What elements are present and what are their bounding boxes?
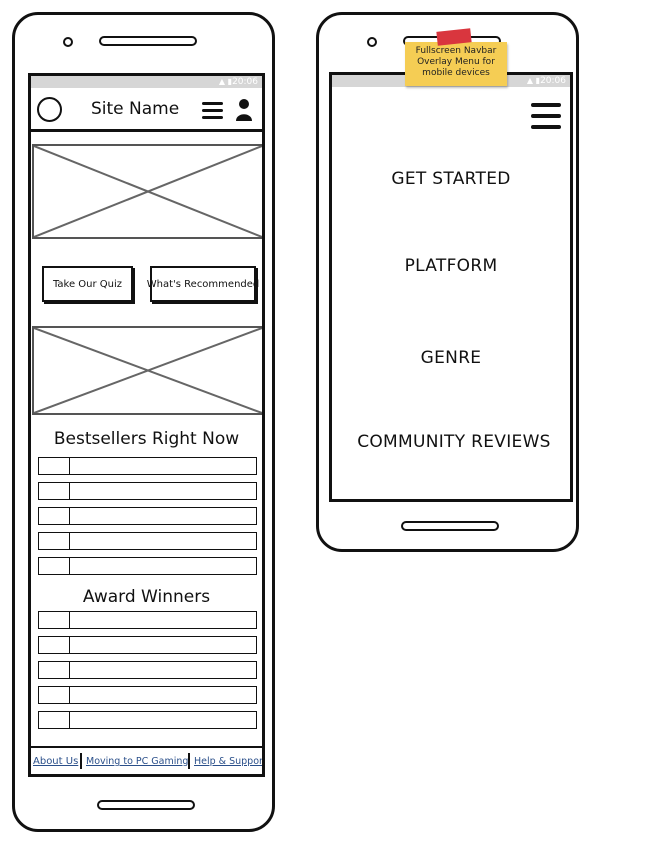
list-item[interactable] xyxy=(38,557,257,575)
sticky-note-text: Fullscreen Navbar Overlay Menu for mobil… xyxy=(415,46,497,78)
list-thumbnail xyxy=(39,458,70,474)
signal-battery-icon: ▲ ▮ xyxy=(218,77,232,86)
home-button[interactable] xyxy=(401,521,499,531)
left-phone-screen: ▲ ▮ 20:06 Site Name Take Our Quiz What's… xyxy=(28,73,265,777)
list-thumbnail xyxy=(39,533,70,549)
left-phone-frame: ▲ ▮ 20:06 Site Name Take Our Quiz What's… xyxy=(12,12,275,832)
home-button[interactable] xyxy=(97,800,195,810)
footer-link-moving[interactable]: Moving to PC Gaming xyxy=(86,756,188,767)
user-icon[interactable] xyxy=(235,98,253,122)
footer-link-about[interactable]: About Us xyxy=(33,756,78,767)
take-quiz-button[interactable]: Take Our Quiz xyxy=(42,266,133,302)
list-item[interactable] xyxy=(38,661,257,679)
footer: About Us Moving to PC Gaming Help & Supp… xyxy=(31,746,262,774)
footer-divider xyxy=(188,753,190,769)
menu-item-platform[interactable]: PLATFORM xyxy=(332,256,570,276)
list-thumbnail xyxy=(39,637,70,653)
sticky-note: Fullscreen Navbar Overlay Menu for mobil… xyxy=(405,42,507,86)
right-phone-screen: ▲ ▮ 20:06 GET STARTED PLATFORM GENRE COM… xyxy=(329,72,573,502)
list-thumbnail xyxy=(39,558,70,574)
circle-logo-icon[interactable] xyxy=(37,97,62,122)
menu-item-genre[interactable]: GENRE xyxy=(332,348,570,368)
signal-battery-icon: ▲ ▮ xyxy=(526,76,540,85)
speaker-grille xyxy=(99,36,197,46)
hamburger-menu-icon[interactable] xyxy=(531,103,561,130)
camera-icon xyxy=(63,37,73,47)
list-thumbnail xyxy=(39,508,70,524)
menu-item-get-started[interactable]: GET STARTED xyxy=(332,169,570,189)
list-item[interactable] xyxy=(38,532,257,550)
status-bar: ▲ ▮ 20:06 xyxy=(31,76,262,88)
footer-divider xyxy=(80,753,82,769)
hamburger-menu-icon[interactable] xyxy=(202,102,223,120)
status-time: 20:06 xyxy=(232,77,258,87)
list-item[interactable] xyxy=(38,611,257,629)
site-header: Site Name xyxy=(31,88,262,132)
list-thumbnail xyxy=(39,662,70,678)
status-time: 20:06 xyxy=(540,76,566,86)
bestsellers-heading: Bestsellers Right Now xyxy=(53,429,240,449)
hero-image-placeholder xyxy=(32,144,262,239)
list-item[interactable] xyxy=(38,636,257,654)
list-item[interactable] xyxy=(38,507,257,525)
list-thumbnail xyxy=(39,712,70,728)
feature-image-placeholder xyxy=(32,326,262,415)
site-name[interactable]: Site Name xyxy=(91,99,179,119)
list-thumbnail xyxy=(39,483,70,499)
menu-item-community-reviews[interactable]: COMMUNITY REVIEWS xyxy=(332,432,570,452)
right-phone-frame: ▲ ▮ 20:06 GET STARTED PLATFORM GENRE COM… xyxy=(316,12,579,552)
award-winners-heading: Award Winners xyxy=(82,587,211,607)
camera-icon xyxy=(367,37,377,47)
list-item[interactable] xyxy=(38,457,257,475)
list-thumbnail xyxy=(39,612,70,628)
list-thumbnail xyxy=(39,687,70,703)
whats-recommended-button[interactable]: What's Recommended xyxy=(147,266,259,302)
list-item[interactable] xyxy=(38,711,257,729)
list-item[interactable] xyxy=(38,482,257,500)
footer-link-help[interactable]: Help & Support xyxy=(194,756,262,767)
list-item[interactable] xyxy=(38,686,257,704)
